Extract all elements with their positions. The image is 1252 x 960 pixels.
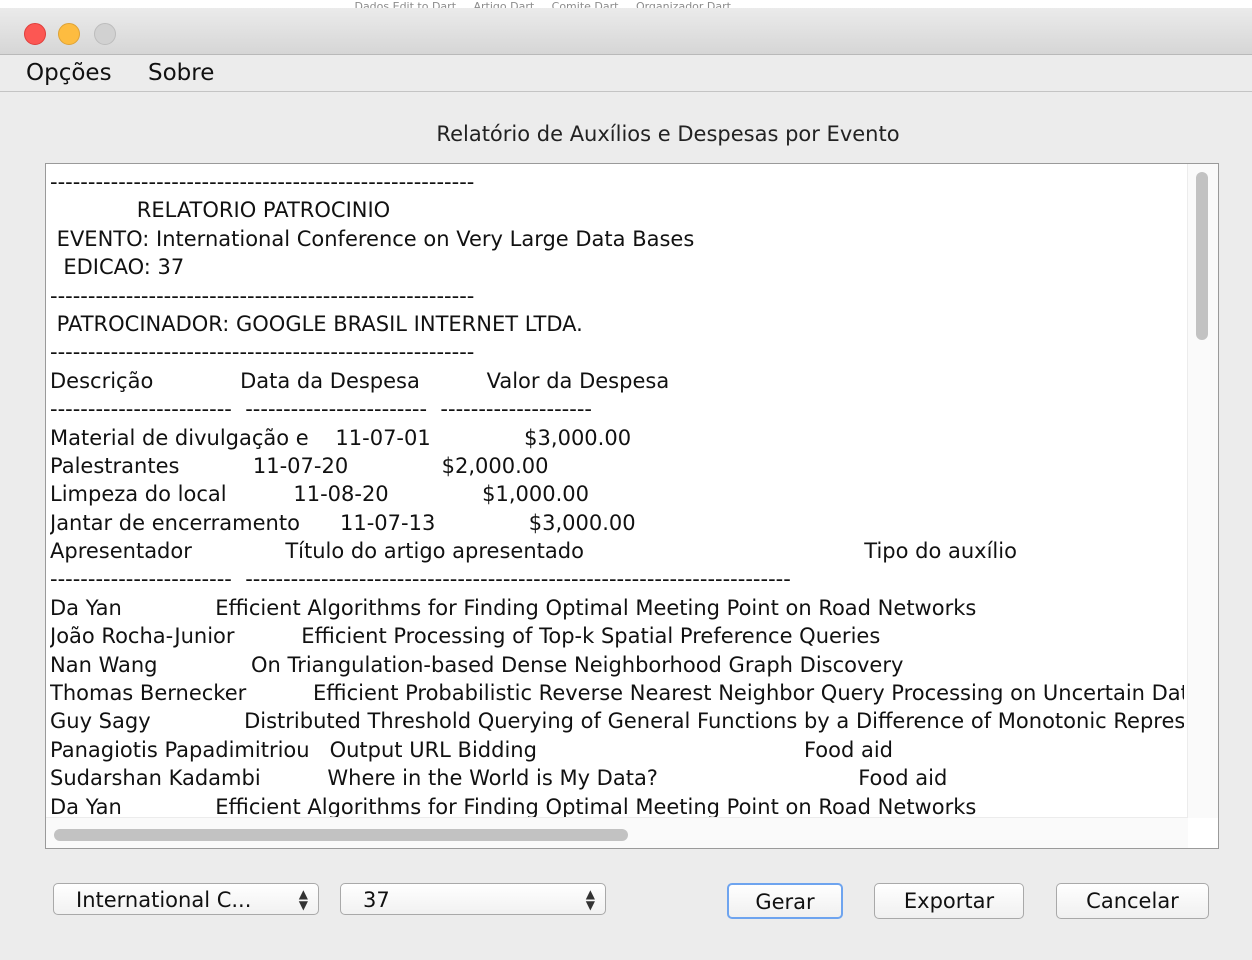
horizontal-scrollbar[interactable] (46, 817, 1188, 848)
report-line: EDICAO: 37 (50, 255, 185, 280)
edition-select[interactable]: 37 ▲ ▼ (340, 883, 606, 915)
report-line: Thomas Bernecker Efficient Probabilistic… (50, 681, 1184, 706)
report-line: RELATORIO PATROCINIO (50, 198, 391, 223)
report-line: PATROCINADOR: GOOGLE BRASIL INTERNET LTD… (50, 311, 583, 336)
report-line: Material de divulgação e 11-07-01 $3,000… (50, 425, 632, 450)
report-line: Guy Sagy Distributed Threshold Querying … (50, 709, 1184, 734)
report-text-area[interactable]: ----------------------------------------… (45, 163, 1219, 849)
edition-select-value: 37 (363, 888, 390, 912)
title-bar (0, 8, 1252, 55)
report-line: ------------------------ ---------------… (50, 567, 791, 592)
report-line: Da Yan Efficient Algorithms for Finding … (50, 595, 977, 620)
export-button[interactable]: Exportar (874, 883, 1024, 919)
report-line: ----------------------------------------… (50, 340, 475, 365)
event-select-value: International C... (76, 888, 252, 912)
report-line: Nan Wang On Triangulation-based Dense Ne… (50, 652, 904, 677)
report-line: Apresentador Título do artigo apresentad… (50, 539, 1017, 564)
minimize-window-button[interactable] (58, 23, 80, 45)
menu-bar: Opções Sobre (0, 55, 1252, 92)
report-line: ------------------------ ---------------… (50, 397, 592, 422)
report-title: Relatório de Auxílios e Despesas por Eve… (436, 122, 900, 146)
horizontal-scroll-thumb[interactable] (54, 829, 628, 841)
vertical-scroll-thumb[interactable] (1196, 172, 1208, 340)
report-line: Jantar de encerramento 11-07-13 $3,000.0… (50, 510, 636, 535)
maximize-window-button[interactable] (94, 23, 116, 45)
report-line: ----------------------------------------… (50, 170, 475, 194)
report-line: EVENTO: International Conference on Very… (50, 226, 695, 251)
cancel-button[interactable]: Cancelar (1056, 883, 1209, 919)
report-line: Sudarshan Kadambi Where in the World is … (50, 766, 948, 791)
report-line: João Rocha-Junior Efficient Processing o… (50, 624, 881, 649)
event-select[interactable]: International C... ▲ ▼ (53, 883, 319, 915)
generate-button[interactable]: Gerar (727, 883, 843, 919)
report-line: Panagiotis Papadimitriou Output URL Bidd… (50, 737, 894, 762)
report-line: Limpeza do local 11-08-20 $1,000.00 (50, 482, 589, 507)
menu-sobre[interactable]: Sobre (148, 58, 214, 88)
report-line: ----------------------------------------… (50, 283, 475, 308)
select-arrows-icon: ▲ ▼ (298, 887, 308, 912)
report-line: Da Yan Efficient Algorithms for Finding … (50, 794, 977, 818)
close-window-button[interactable] (24, 23, 46, 45)
select-arrows-icon: ▲ ▼ (585, 887, 595, 912)
report-content: ----------------------------------------… (50, 168, 1184, 818)
report-line: Descrição Data da Despesa Valor da Despe… (50, 368, 670, 393)
menu-opcoes[interactable]: Opções (26, 58, 112, 88)
vertical-scrollbar[interactable] (1187, 164, 1218, 818)
report-line: Palestrantes 11-07-20 $2,000.00 (50, 453, 549, 478)
